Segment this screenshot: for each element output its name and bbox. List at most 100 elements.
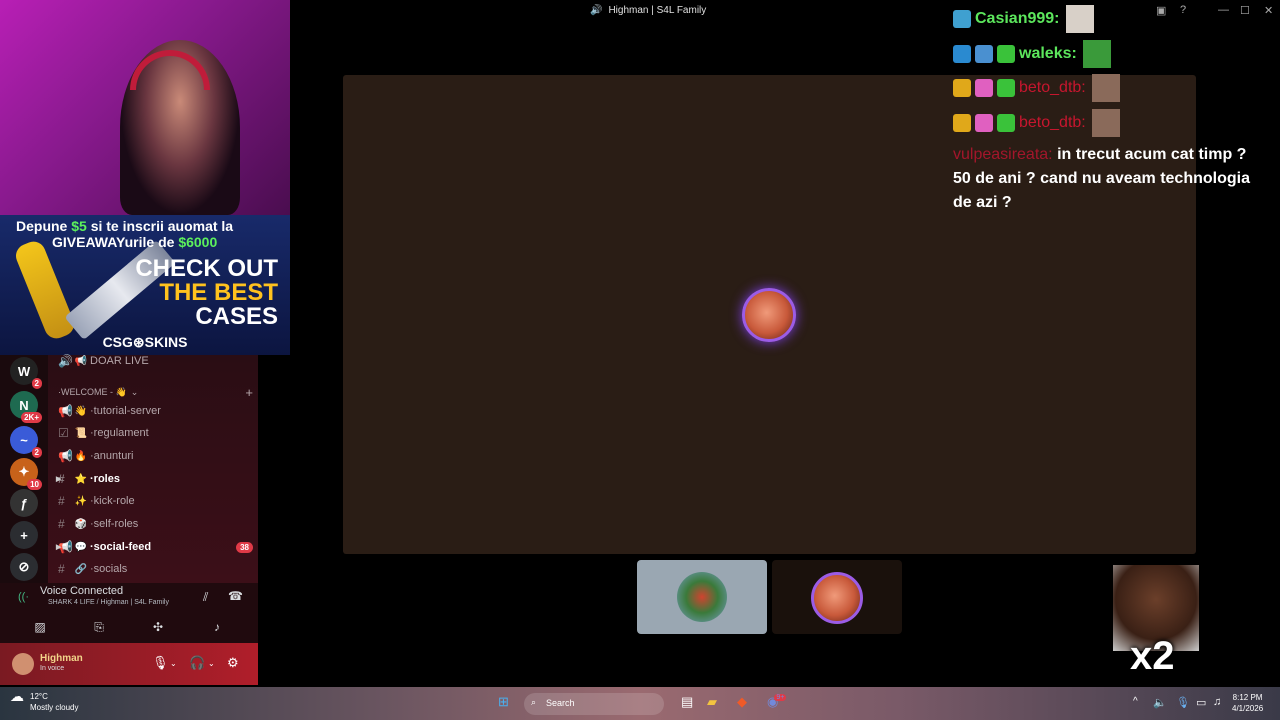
activities-icon[interactable]: ✣ [130,616,186,638]
screen-share-icon[interactable]: ⎘ [71,616,127,638]
task-view-icon[interactable]: ▤ [681,694,693,710]
speaker-icon[interactable]: 🔈 [1153,696,1167,709]
voice-status: Voice Connected [40,585,124,597]
avatar [811,572,863,624]
speaker-icon: 🔊 [58,354,73,368]
hash-icon: # [58,517,65,531]
search-box[interactable]: ⌕ Search [524,693,664,715]
chat-message: waleks: [953,40,1111,68]
microphone-icon[interactable]: 🎙 [152,655,169,671]
server-icon[interactable]: N 2K+ [10,391,42,423]
cloud-icon: ☁ [10,688,24,704]
microphone-icon[interactable]: 🎙 [1176,696,1190,709]
windows-start-icon[interactable]: ⊞ [498,694,509,710]
voice-panel: ((· Voice Connected SHARK 4 LIFE / Highm… [0,583,258,643]
cat-emote-icon [1065,5,1094,33]
channel-item[interactable]: # ✨ · kick-role [58,492,253,510]
voice-location: SHARK 4 LIFE / Highman | S4L Family [48,599,169,606]
camera-off-icon[interactable]: ▨ [12,616,68,638]
chevron-down-icon[interactable]: ⌄ [208,659,215,668]
brave-icon[interactable]: ◆ [737,694,747,710]
inbox-icon[interactable]: ▣ [1156,4,1166,17]
hash-icon: # [58,494,65,508]
badge-icon [953,10,971,28]
channel-item[interactable]: ☑ 📜 · regulament [58,424,253,442]
help-icon[interactable]: ? [1180,4,1186,16]
channel-list: 🔊 📢 DOAR LIVE · WELCOME - 👋 ⌄ + 📢 👋 · tutorial… [48,352,258,583]
badge-icon [953,45,971,63]
chat-message: Casian999: [953,5,1094,33]
megaphone-icon: 📢 [58,404,73,418]
gift-icon [997,79,1015,97]
server-icon[interactable]: ✦ 10 [10,458,42,490]
channel-doar-live[interactable]: 🔊 📢 DOAR LIVE [58,352,253,370]
minimize-button[interactable]: — [1218,4,1229,16]
sponsor-ad: Depune $5 si te inscrii auomat la GIVEAW… [0,215,290,355]
network-icon[interactable]: ▭ [1196,696,1206,709]
multiplier-text: x2 [1130,634,1175,678]
server-icon[interactable]: ƒ [10,489,38,517]
megaphone-icon: 📢 [58,449,73,463]
explore-servers-button[interactable]: ⊘ [10,553,38,581]
maximize-button[interactable]: ☐ [1240,4,1250,17]
crown-icon [953,114,971,132]
headphones-icon[interactable]: 🎧 [189,655,205,671]
close-button[interactable]: ✕ [1264,4,1273,17]
crown-icon [953,79,971,97]
channel-item[interactable]: 📢 🔥 · anunturi [58,447,253,465]
face-emote-icon [1091,74,1120,102]
search-icon: ⌕ [531,697,537,707]
channel-item[interactable]: 📢 👋 · tutorial-server [58,402,253,420]
chat-message: beto_dtb: [953,74,1120,102]
webcam-overlay [0,0,290,215]
participant-tile[interactable] [772,560,902,634]
chat-message: beto_dtb: [953,109,1120,137]
avatar[interactable] [12,653,34,675]
signal-icon: ((· [18,591,29,603]
badge-icon [975,45,993,63]
window-title: 🔊 Highman | S4L Family [590,5,707,16]
user-panel: Highman In voice 🎙 ⌄ 🎧 ⌄ ⚙ [0,643,258,685]
channel-item[interactable]: ▶ # ⭐ · roles [56,470,253,488]
soundboard-icon[interactable]: ♪ [189,616,245,638]
category-welcome[interactable]: · WELCOME - 👋 ⌄ + [58,383,253,401]
chevron-down-icon[interactable]: ⌄ [170,659,177,668]
ad-headline: CHECK OUT THE BEST CASES [135,255,278,330]
channel-item[interactable]: # 🔗 · socials [58,560,253,578]
face-emote-icon [1091,109,1120,137]
badge-icon [975,114,993,132]
badge-icon [975,79,993,97]
avatar [677,572,727,622]
channel-item[interactable]: ▶ 📢 💬 · social-feed 38 [56,538,253,556]
clock[interactable]: 8:12 PM 4/1/2026 [1232,692,1263,714]
weather-widget[interactable]: ☁ 12°C Mostly cloudy [10,688,78,713]
knife-graphic [12,238,78,342]
participant-avatar[interactable] [742,288,796,342]
participant-tile[interactable] [637,560,767,634]
gift-icon [997,114,1015,132]
disconnect-icon[interactable]: ☎ [228,589,243,603]
taskbar: ☁ 12°C Mostly cloudy ⊞ ⌕ Search ▤ ▰ ◆ ◉9+ ^… [0,687,1280,720]
pepe-emote-icon [1082,40,1111,68]
add-server-button[interactable]: + [10,521,38,549]
chat-message: vulpeasireata: in trecut acum cat timp ?… [953,146,1250,211]
hash-icon: # [58,562,65,576]
ad-line-1: Depune $5 si te inscrii auomat la [16,218,234,234]
server-icon[interactable]: W2 [10,357,42,389]
noise-suppression-icon[interactable]: ⫽ [203,590,208,605]
ad-line-2: GIVEAWAYurile de $6000 [52,234,218,250]
file-explorer-icon[interactable]: ▰ [707,694,717,710]
discord-icon[interactable]: ◉9+ [767,694,787,710]
chevron-up-icon[interactable]: ^ [1133,696,1138,707]
plus-icon[interactable]: + [245,385,253,400]
user-status: In voice [40,665,65,672]
channel-item[interactable]: # 🎲 · self-roles [58,515,253,533]
volume-icon[interactable]: ♫ [1213,696,1221,708]
server-icon[interactable]: ~2 [10,426,42,458]
ad-logo: CSG⊛SKINS [102,334,188,350]
gear-icon[interactable]: ⚙ [227,655,239,671]
rules-icon: ☑ [58,426,69,440]
title-bar: 🔊 Highman | S4L Family ▣ ? — ☐ ✕ [290,0,1280,22]
speaker-icon: 🔊 [590,5,603,16]
gift-icon [997,45,1015,63]
